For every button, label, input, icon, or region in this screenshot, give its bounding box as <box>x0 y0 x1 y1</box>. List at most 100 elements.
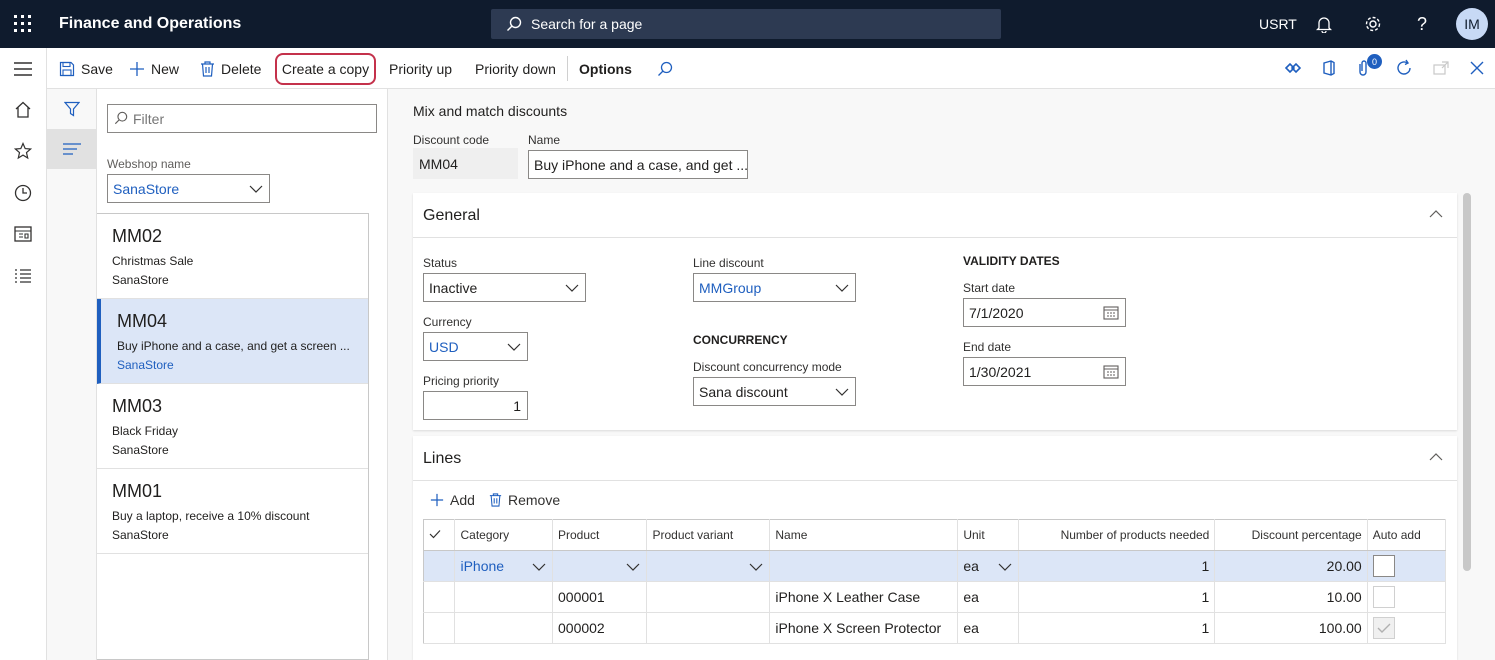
filter-input[interactable] <box>133 108 371 129</box>
delete-button[interactable]: Delete <box>200 48 261 89</box>
products-needed-cell[interactable]: 1 <box>1018 612 1216 644</box>
star-icon[interactable] <box>13 141 33 161</box>
row-selector[interactable] <box>422 612 456 644</box>
column-header-product-variant[interactable]: Product variant <box>646 519 771 551</box>
variant-cell[interactable] <box>646 581 771 613</box>
save-button[interactable]: Save <box>59 48 113 89</box>
auto-add-checkbox[interactable] <box>1372 555 1395 577</box>
list-item-store[interactable]: SanaStore <box>117 358 174 372</box>
start-date-field[interactable]: 7/1/2020 <box>963 298 1126 327</box>
gear-icon[interactable] <box>1362 13 1384 35</box>
concurrency-mode-select[interactable]: Sana discount <box>693 377 856 406</box>
priority-up-button[interactable]: Priority up <box>389 48 452 89</box>
avatar[interactable]: IM <box>1456 8 1488 40</box>
category-cell[interactable]: iPhone <box>454 550 553 582</box>
name-cell[interactable]: iPhone X Screen Protector <box>769 612 959 644</box>
column-header-auto-add[interactable]: Auto add <box>1367 519 1447 551</box>
calendar-icon[interactable] <box>1103 305 1119 320</box>
remove-line-button[interactable]: Remove <box>489 492 560 508</box>
currency-select[interactable]: USD <box>423 332 528 361</box>
line-discount-select[interactable]: MMGroup <box>693 273 856 302</box>
column-header-category[interactable]: Category <box>454 519 553 551</box>
discount-percentage-cell[interactable]: 10.00 <box>1214 581 1368 613</box>
discount-code-field[interactable]: MM04 <box>413 148 518 179</box>
row-selector[interactable] <box>422 581 456 613</box>
company-picker[interactable]: USRT <box>1259 16 1297 32</box>
webshop-select[interactable]: SanaStore <box>107 174 270 203</box>
column-header-product[interactable]: Product <box>552 519 648 551</box>
category-cell[interactable] <box>454 581 553 613</box>
name-field[interactable]: Buy iPhone and a case, and get ... <box>528 150 748 179</box>
create-copy-button[interactable]: Create a copy <box>275 53 376 85</box>
help-icon[interactable]: ? <box>1411 13 1433 35</box>
page-search-input[interactable]: Search for a page <box>491 9 1001 39</box>
products-needed-cell[interactable]: 1 <box>1018 581 1216 613</box>
filter-field[interactable] <box>107 104 377 133</box>
calendar-icon[interactable] <box>1103 364 1119 379</box>
table-row[interactable]: 000002 iPhone X Screen Protector ea 1 10… <box>422 612 1447 644</box>
auto-add-checkbox[interactable] <box>1372 617 1395 639</box>
pricing-priority-field[interactable]: 1 <box>423 391 528 420</box>
product-cell[interactable] <box>552 550 648 582</box>
hamburger-icon[interactable] <box>13 59 33 79</box>
list-item[interactable]: MM01 Buy a laptop, receive a 10% discoun… <box>97 469 368 554</box>
variant-cell[interactable] <box>646 612 771 644</box>
bell-icon[interactable] <box>1313 13 1335 35</box>
auto-add-cell[interactable] <box>1367 612 1447 644</box>
name-cell[interactable]: iPhone X Leather Case <box>769 581 959 613</box>
select-all-checkbox[interactable] <box>422 519 456 551</box>
product-cell[interactable]: 000001 <box>552 581 648 613</box>
attachments-count-badge: 0 <box>1367 54 1382 69</box>
chevron-up-icon[interactable] <box>1429 209 1443 219</box>
lines-header[interactable]: Lines <box>413 436 1457 481</box>
recent-clock-icon[interactable] <box>13 183 33 203</box>
home-icon[interactable] <box>13 99 33 119</box>
auto-add-cell[interactable] <box>1367 550 1447 582</box>
discount-percentage-cell[interactable]: 20.00 <box>1214 550 1368 582</box>
product-cell[interactable]: 000002 <box>552 612 648 644</box>
chevron-up-icon[interactable] <box>1429 452 1443 462</box>
auto-add-cell[interactable] <box>1367 581 1447 613</box>
list-view-button[interactable] <box>47 129 97 169</box>
details-scrollbar[interactable] <box>1463 193 1471 571</box>
end-date-field[interactable]: 1/30/2021 <box>963 357 1126 386</box>
filter-toggle-button[interactable] <box>47 89 97 129</box>
unit-cell[interactable]: ea <box>957 581 1020 613</box>
office-icon[interactable] <box>1319 58 1339 78</box>
action-search-button[interactable] <box>657 48 679 89</box>
power-apps-icon[interactable] <box>1283 58 1303 78</box>
status-select[interactable]: Inactive <box>423 273 586 302</box>
table-row[interactable]: 000001 iPhone X Leather Case ea 1 10.00 <box>422 581 1447 613</box>
unit-cell[interactable]: ea <box>957 612 1020 644</box>
list-item-code: MM04 <box>117 311 168 331</box>
modules-list-icon[interactable] <box>13 266 33 286</box>
close-icon[interactable] <box>1467 58 1487 78</box>
auto-add-checkbox[interactable] <box>1372 586 1395 608</box>
category-cell[interactable] <box>454 612 553 644</box>
column-header-unit[interactable]: Unit <box>957 519 1020 551</box>
app-launcher-icon[interactable] <box>13 14 33 34</box>
column-header-discount-percentage[interactable]: Discount percentage <box>1214 519 1368 551</box>
priority-down-button[interactable]: Priority down <box>475 48 556 89</box>
name-cell[interactable] <box>769 550 959 582</box>
list-item[interactable]: MM04 Buy iPhone and a case, and get a sc… <box>97 299 368 384</box>
table-row[interactable]: iPhone ea 1 20.00 <box>422 550 1447 582</box>
list-item[interactable]: MM03 Black Friday SanaStore <box>97 384 368 469</box>
discount-percentage-cell[interactable]: 100.00 <box>1214 612 1368 644</box>
products-needed-cell[interactable]: 1 <box>1018 550 1216 582</box>
open-new-window-icon[interactable] <box>1431 58 1451 78</box>
app-title[interactable]: Finance and Operations <box>59 15 241 33</box>
new-button[interactable]: New <box>129 48 179 89</box>
column-header-name[interactable]: Name <box>769 519 959 551</box>
add-line-button[interactable]: Add <box>430 492 475 508</box>
search-icon <box>658 61 673 76</box>
list-item[interactable]: MM02 Christmas Sale SanaStore <box>97 214 368 299</box>
options-tab[interactable]: Options <box>579 48 632 89</box>
variant-cell[interactable] <box>646 550 771 582</box>
row-selector[interactable] <box>422 550 456 582</box>
general-header[interactable]: General <box>413 193 1457 238</box>
refresh-icon[interactable] <box>1394 58 1414 78</box>
column-header-products-needed[interactable]: Number of products needed <box>1018 519 1216 551</box>
workspaces-icon[interactable] <box>13 224 33 244</box>
unit-cell[interactable]: ea <box>957 550 1020 582</box>
